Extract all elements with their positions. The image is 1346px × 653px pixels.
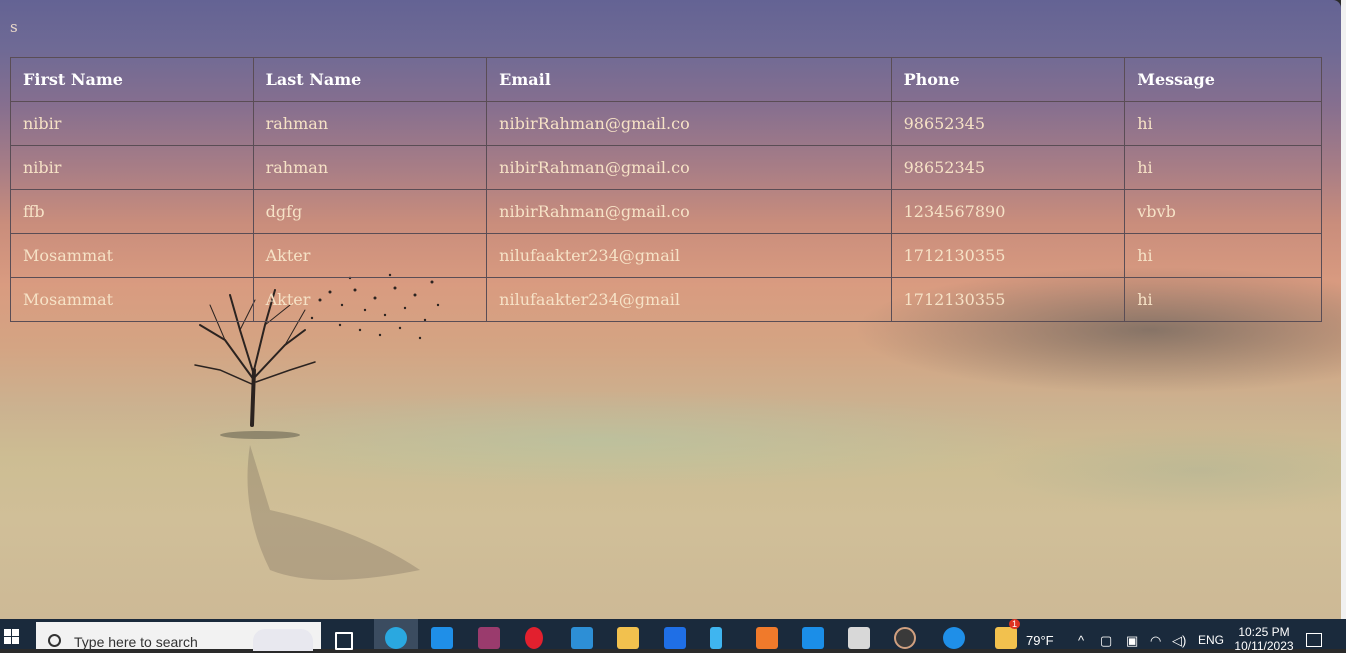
cell-email: nibirRahman@gmail.co (486, 189, 892, 234)
cell-email: nibirRahman@gmail.co (486, 101, 892, 146)
vscode-icon[interactable] (802, 627, 824, 649)
cell-message: vbvb (1124, 189, 1322, 234)
cell-phone: 98652345 (890, 101, 1126, 146)
cell-first-name: nibir (10, 145, 254, 190)
notification-icon[interactable] (1306, 633, 1322, 647)
cell-last-name: rahman (252, 145, 488, 190)
cell-first-name: Mosammat (10, 277, 254, 322)
header-first-name: First Name (10, 57, 254, 102)
weather-temperature[interactable]: 79°F (1026, 633, 1054, 648)
cell-message: hi (1124, 101, 1322, 146)
table-row: Mosammat Akter nilufaakter234@gmail 1712… (10, 233, 1322, 278)
cell-first-name: ffb (10, 189, 254, 234)
cell-message: hi (1124, 145, 1322, 190)
cell-email: nilufaakter234@gmail (486, 233, 892, 278)
cell-first-name: nibir (10, 101, 254, 146)
search-highlight-bear-icon (253, 629, 313, 651)
cell-phone: 1234567890 (890, 189, 1126, 234)
header-message: Message (1124, 57, 1322, 102)
mail-badge: 1 (1009, 619, 1021, 629)
cell-last-name: Akter (252, 233, 488, 278)
xampp-icon[interactable] (756, 627, 778, 649)
opera-icon[interactable] (525, 627, 543, 649)
winrar-icon[interactable] (478, 627, 500, 649)
cell-first-name: Mosammat (10, 233, 254, 278)
play-icon[interactable] (894, 627, 916, 649)
table-row: Mosammat Akter nilufaakter234@gmail 1712… (10, 277, 1322, 322)
dropbox-icon[interactable] (664, 627, 686, 649)
table-header-row: First Name Last Name Email Phone Message (10, 57, 1322, 102)
contacts-table: First Name Last Name Email Phone Message… (10, 57, 1322, 322)
table-row: nibir rahman nibirRahman@gmail.co 986523… (10, 145, 1322, 190)
header-last-name: Last Name (252, 57, 488, 102)
network-icon[interactable]: ▢ (1100, 633, 1112, 649)
taskbar: Type here to search 1 79°F ^ ▢ ▣ ◠ ◁) EN… (0, 619, 1346, 653)
device-icon[interactable]: ▣ (1126, 633, 1138, 649)
wifi-icon[interactable]: ◠ (1150, 633, 1161, 649)
weather-icon[interactable] (995, 627, 1017, 649)
media-player-icon[interactable] (848, 627, 870, 649)
clock-time: 10:25 PM (1238, 625, 1290, 639)
cell-last-name: dgfg (252, 189, 488, 234)
clock-date: 10/11/2023 (1234, 639, 1294, 653)
cell-message: hi (1124, 277, 1322, 322)
cell-phone: 1712130355 (890, 277, 1126, 322)
header-email: Email (486, 57, 892, 102)
header-phone: Phone (890, 57, 1126, 102)
flutter-icon[interactable] (710, 627, 722, 649)
window-edge (1341, 0, 1346, 619)
page-label: s (10, 18, 18, 36)
file-explorer-icon[interactable] (617, 627, 639, 649)
webpage-background: s First Name Last Name Email Phone Messa… (0, 0, 1341, 619)
edge-icon[interactable] (385, 627, 407, 649)
taskbar-search-box[interactable]: Type here to search (36, 622, 321, 651)
store-icon[interactable] (571, 627, 593, 649)
search-placeholder: Type here to search (74, 634, 198, 650)
table-row: nibir rahman nibirRahman@gmail.co 986523… (10, 101, 1322, 146)
cell-phone: 98652345 (890, 145, 1126, 190)
cell-phone: 1712130355 (890, 233, 1126, 278)
cell-email: nibirRahman@gmail.co (486, 145, 892, 190)
task-view-icon[interactable] (335, 632, 353, 650)
language-indicator[interactable]: ENG (1198, 633, 1224, 647)
help-icon[interactable] (943, 627, 965, 649)
cell-email: nilufaakter234@gmail (486, 277, 892, 322)
table-row: ffb dgfg nibirRahman@gmail.co 1234567890… (10, 189, 1322, 234)
cell-message: hi (1124, 233, 1322, 278)
cell-last-name: rahman (252, 101, 488, 146)
mail-icon[interactable] (431, 627, 453, 649)
windows-start-icon[interactable] (4, 629, 20, 645)
cell-last-name: Akter (252, 277, 488, 322)
search-icon (48, 634, 61, 647)
volume-icon[interactable]: ◁) (1172, 633, 1186, 649)
chevron-up-icon[interactable]: ^ (1078, 633, 1084, 648)
